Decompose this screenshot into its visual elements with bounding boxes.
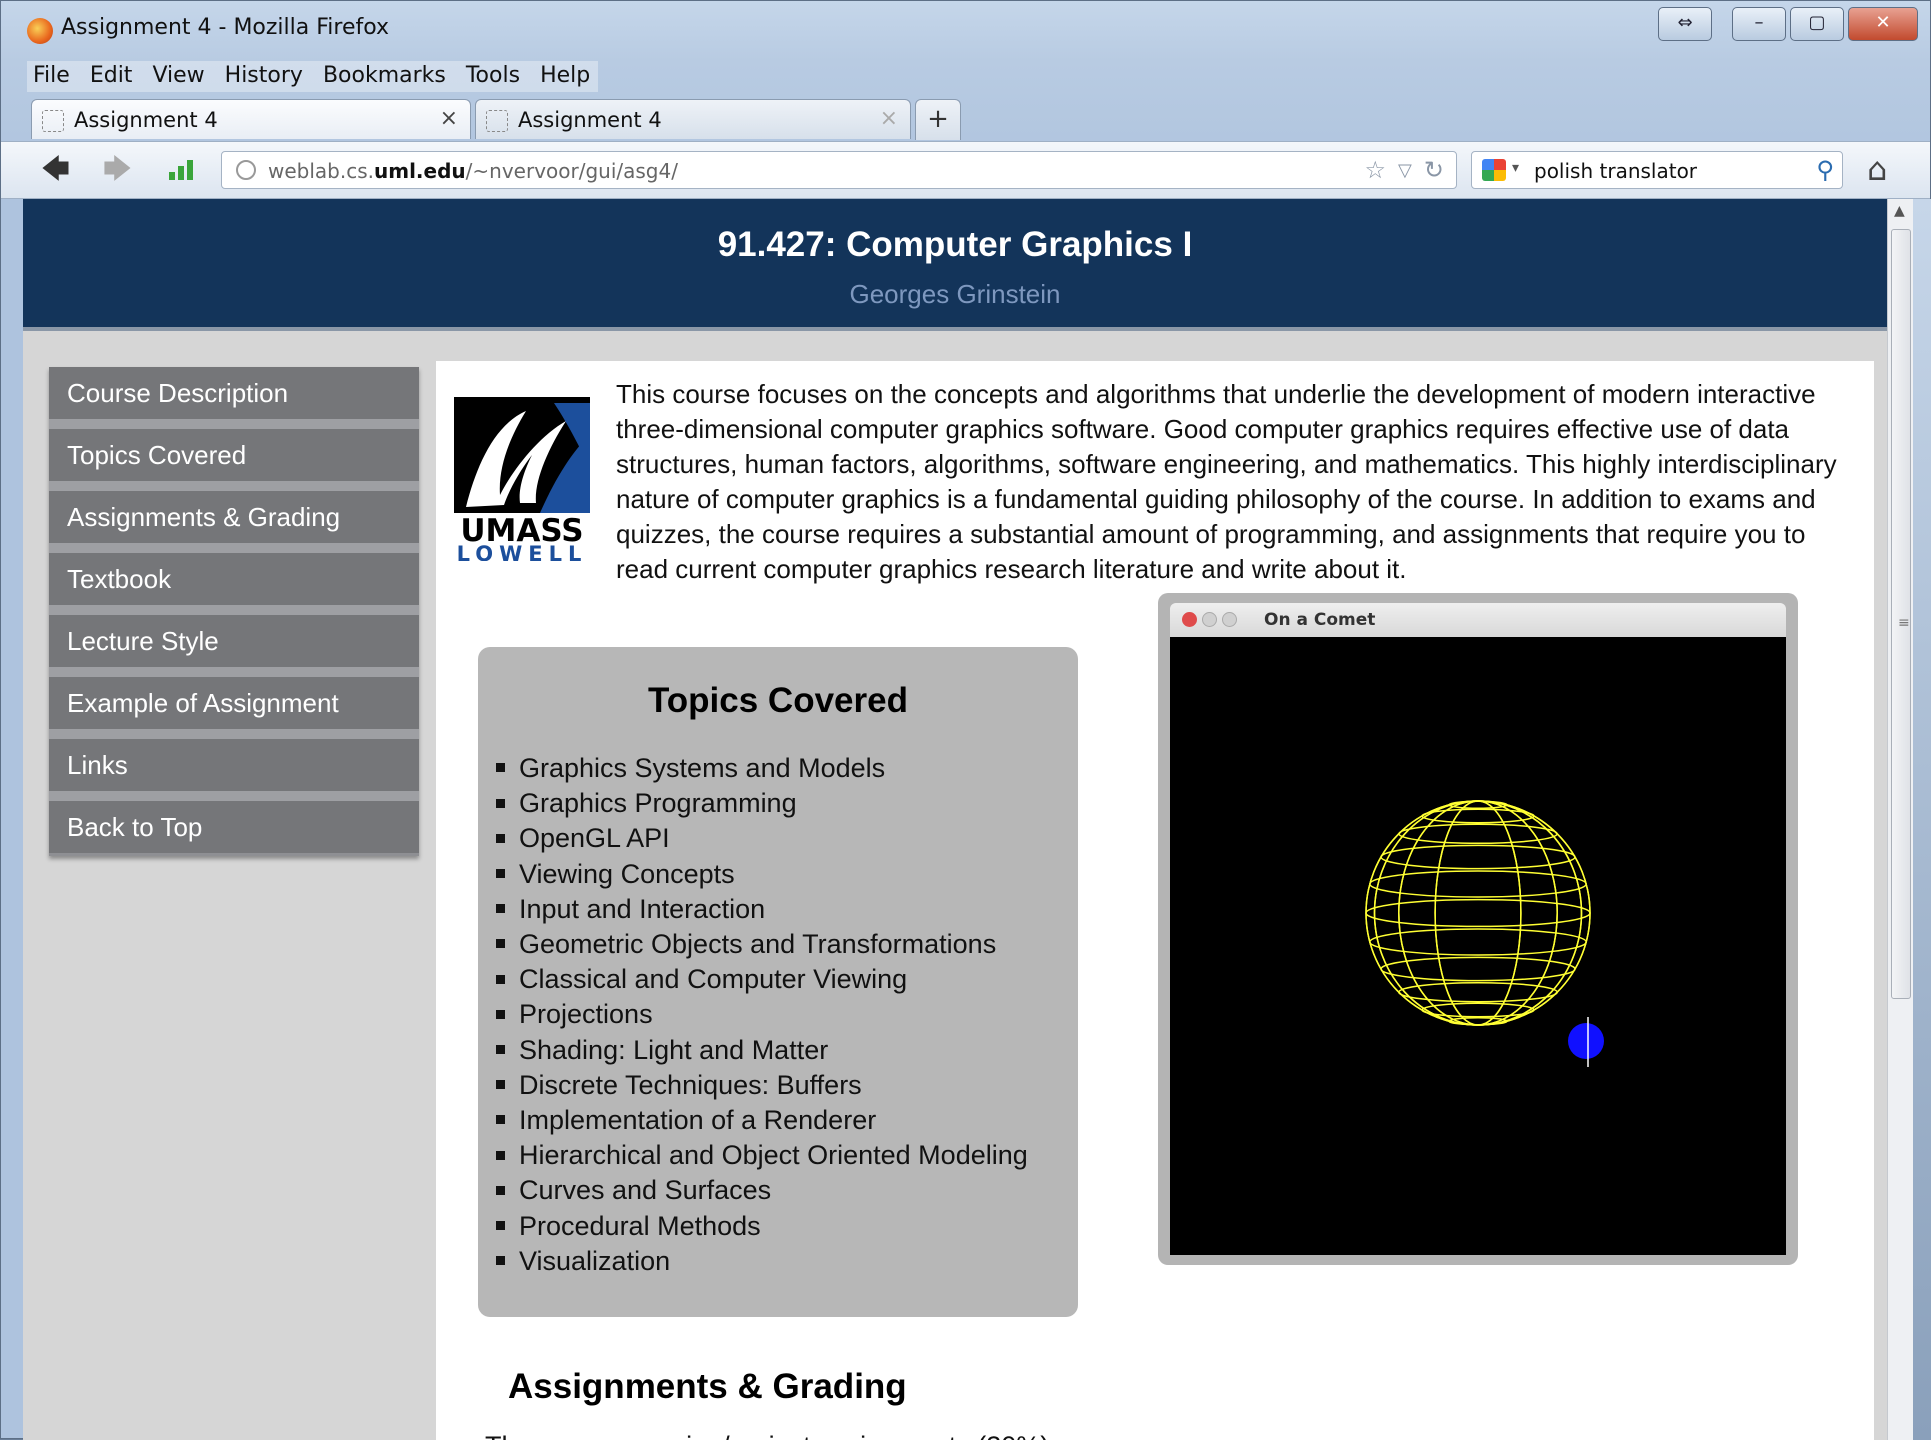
menu-history[interactable]: History bbox=[225, 63, 303, 88]
scrollbar-thumb[interactable]: ≡ bbox=[1891, 229, 1911, 999]
minimize-dot-icon bbox=[1202, 612, 1217, 627]
sidebar-item-assignments-grading[interactable]: Assignments & Grading bbox=[49, 491, 419, 553]
list-item: Procedural Methods bbox=[496, 1209, 1028, 1244]
google-search-engine-icon[interactable] bbox=[1482, 159, 1506, 181]
tab-assignment-4-active[interactable]: Assignment 4 × bbox=[31, 99, 471, 139]
menu-bookmarks[interactable]: Bookmarks bbox=[323, 63, 446, 88]
tab-label: Assignment 4 bbox=[518, 108, 662, 132]
vertical-scrollbar[interactable]: ▲ ≡ bbox=[1887, 199, 1914, 1440]
umass-lowell-logo: UMASS LOWELL bbox=[454, 397, 590, 561]
sidebar-item-course-description[interactable]: Course Description bbox=[49, 367, 419, 429]
list-item: Input and Interaction bbox=[496, 892, 1028, 927]
wireframe-render bbox=[1170, 637, 1786, 1255]
main-content: This course focuses on the concepts and … bbox=[436, 361, 1874, 1440]
assignments-heading: Assignments & Grading bbox=[508, 1367, 907, 1406]
tab-close-icon[interactable]: × bbox=[440, 106, 458, 131]
wireframe-sphere bbox=[1365, 800, 1591, 1026]
window-frame-edge bbox=[1913, 199, 1931, 1440]
list-item: Discrete Techniques: Buffers bbox=[496, 1068, 1028, 1103]
course-description-text: This course focuses on the concepts and … bbox=[616, 379, 1837, 584]
sidebar-item-example-assignment[interactable]: Example of Assignment bbox=[49, 677, 419, 739]
list-item: Visualization bbox=[496, 1244, 1028, 1279]
navigation-toolbar: 🡄 🡆 weblab.cs.uml.edu/~nvervoor/gui/asg4… bbox=[1, 141, 1930, 199]
list-item: Graphics Programming bbox=[496, 786, 1028, 821]
page-header: 91.427: Computer Graphics I Georges Grin… bbox=[23, 199, 1887, 331]
list-item: Viewing Concepts bbox=[496, 857, 1028, 892]
search-magnifier-icon[interactable]: ⚲ bbox=[1816, 156, 1834, 184]
title-bar: Assignment 4 - Mozilla Firefox ⇔ – ▢ ✕ bbox=[1, 1, 1931, 61]
list-item: Geometric Objects and Transformations bbox=[496, 927, 1028, 962]
forward-arrow-icon[interactable]: 🡆 bbox=[103, 154, 132, 184]
list-item: Graphics Systems and Models bbox=[496, 751, 1028, 786]
grip-icon: ≡ bbox=[1898, 615, 1910, 631]
search-input[interactable]: polish translator bbox=[1534, 159, 1697, 183]
browser-window: Assignment 4 - Mozilla Firefox ⇔ – ▢ ✕ F… bbox=[0, 0, 1931, 1440]
reload-icon[interactable]: ↻ bbox=[1424, 156, 1444, 186]
topics-covered-box: Topics Covered Graphics Systems and Mode… bbox=[478, 647, 1078, 1317]
list-item: Curves and Surfaces bbox=[496, 1173, 1028, 1208]
url-bar[interactable]: weblab.cs.uml.edu/~nvervoor/gui/asg4/ ☆ … bbox=[221, 151, 1457, 189]
window-title: Assignment 4 - Mozilla Firefox bbox=[61, 15, 390, 40]
comet-ball bbox=[1568, 1017, 1604, 1067]
sidebar-item-topics-covered[interactable]: Topics Covered bbox=[49, 429, 419, 491]
sidebar-item-links[interactable]: Links bbox=[49, 739, 419, 801]
search-bar[interactable]: ▾ polish translator ⚲ bbox=[1471, 151, 1843, 189]
list-item: Implementation of a Renderer bbox=[496, 1103, 1028, 1138]
menu-edit[interactable]: Edit bbox=[90, 63, 133, 88]
firefox-logo-icon bbox=[27, 18, 53, 44]
page-favicon-icon bbox=[42, 110, 64, 132]
new-tab-button[interactable]: + bbox=[915, 99, 961, 140]
topics-heading: Topics Covered bbox=[648, 681, 908, 720]
minimize-button[interactable]: – bbox=[1732, 7, 1786, 41]
menu-view[interactable]: View bbox=[152, 63, 204, 88]
list-item: Classical and Computer Viewing bbox=[496, 962, 1028, 997]
url-text[interactable]: weblab.cs.uml.edu/~nvervoor/gui/asg4/ bbox=[268, 159, 678, 183]
signal-bars-icon bbox=[169, 160, 197, 180]
home-icon[interactable]: ⌂ bbox=[1867, 150, 1887, 188]
maximize-button[interactable]: ▢ bbox=[1790, 7, 1844, 41]
tab-label: Assignment 4 bbox=[74, 108, 218, 132]
list-item: OpenGL API bbox=[496, 821, 1028, 856]
menu-bar: File Edit View History Bookmarks Tools H… bbox=[27, 61, 599, 92]
sidebar-item-textbook[interactable]: Textbook bbox=[49, 553, 419, 615]
close-button[interactable]: ✕ bbox=[1848, 7, 1918, 41]
comet-screenshot: On a Comet bbox=[1158, 593, 1798, 1265]
maximize-dot-icon bbox=[1222, 612, 1237, 627]
sidebar-item-lecture-style[interactable]: Lecture Style bbox=[49, 615, 419, 677]
restore-size-icon[interactable]: ⇔ bbox=[1658, 7, 1712, 41]
close-dot-icon bbox=[1182, 612, 1197, 627]
sidebar-nav: Course Description Topics Covered Assign… bbox=[49, 367, 419, 856]
topics-list: Graphics Systems and Models Graphics Pro… bbox=[496, 751, 1028, 1279]
page-favicon-icon bbox=[486, 110, 508, 132]
search-engine-dropdown-icon[interactable]: ▾ bbox=[1512, 160, 1519, 176]
instructor-name: Georges Grinstein bbox=[849, 279, 1061, 309]
tab-strip: Assignment 4 × Assignment 4 × + bbox=[31, 99, 961, 141]
back-arrow-icon[interactable]: 🡄 bbox=[41, 154, 70, 184]
screenshot-window-title: On a Comet bbox=[1264, 610, 1376, 630]
history-dropdown-icon[interactable]: ▽ bbox=[1398, 156, 1412, 186]
list-item: Shading: Light and Matter bbox=[496, 1033, 1028, 1068]
list-item: Hierarchical and Object Oriented Modelin… bbox=[496, 1138, 1028, 1173]
menu-file[interactable]: File bbox=[33, 63, 70, 88]
screenshot-title-bar: On a Comet bbox=[1170, 603, 1786, 637]
course-title: 91.427: Computer Graphics I bbox=[717, 225, 1193, 264]
svg-text:LOWELL: LOWELL bbox=[457, 542, 588, 561]
bookmark-star-icon[interactable]: ☆ bbox=[1365, 156, 1387, 186]
menu-tools[interactable]: Tools bbox=[466, 63, 520, 88]
list-item: Projections bbox=[496, 997, 1028, 1032]
tab-assignment-4[interactable]: Assignment 4 × bbox=[475, 99, 911, 139]
scroll-up-arrow-icon[interactable]: ▲ bbox=[1894, 203, 1905, 219]
menu-help[interactable]: Help bbox=[540, 63, 590, 88]
site-identity-globe-icon[interactable] bbox=[236, 160, 256, 180]
page-viewport: 91.427: Computer Graphics I Georges Grin… bbox=[23, 199, 1887, 1440]
tab-close-icon[interactable]: × bbox=[880, 106, 898, 131]
sidebar-item-back-to-top[interactable]: Back to Top bbox=[49, 801, 419, 856]
